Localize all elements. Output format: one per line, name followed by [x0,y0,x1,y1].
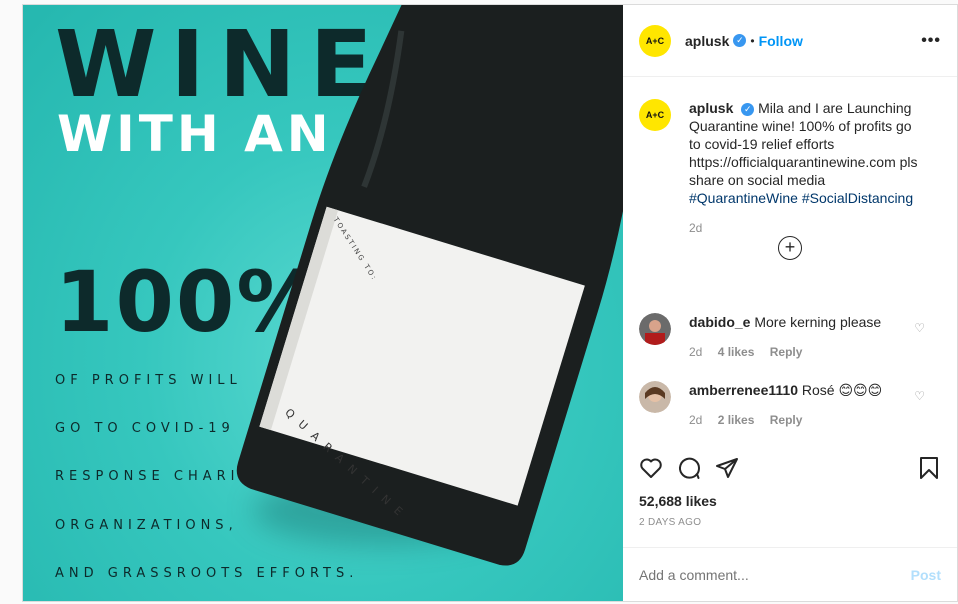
post-image[interactable]: WINE WITH AN IMPACT 100% OF PROFITS WILL… [23,5,623,601]
header-username[interactable]: aplusk [685,33,729,49]
like-comment-heart-icon[interactable]: ♡ [914,321,925,335]
comment-item: dabido_e More kerning please 2d 4 likes … [639,313,941,359]
comment-likes[interactable]: 2 likes [718,413,755,427]
caption-body: aplusk ✓ Mila and I are Launching Quaran… [689,99,927,207]
verified-badge-icon: ✓ [733,34,747,47]
comment-text: More kerning please [754,314,882,330]
avatar[interactable]: A+C [639,99,671,131]
like-heart-icon[interactable] [639,456,663,480]
reply-button[interactable]: Reply [770,345,803,359]
caption-time[interactable]: 2d [689,221,702,235]
comment-body: amberrenee1110 Rosé 😊😊😊 [689,381,927,399]
post-actions: 52,688 likes 2 DAYS AGO [623,453,957,528]
likes-count[interactable]: 52,688 likes [639,493,941,509]
comment-body: dabido_e More kerning please [689,313,927,331]
hashtag-link[interactable]: #QuarantineWine [689,190,798,206]
commenter-avatar[interactable] [639,313,671,345]
comment-username[interactable]: dabido_e [689,314,750,330]
comment-time[interactable]: 2d [689,345,702,359]
post-header: A+C aplusk ✓ • Follow ••• [623,5,957,77]
comment-username[interactable]: amberrenee1110 [689,382,798,398]
follow-button[interactable]: Follow [759,33,803,49]
post-comment-button[interactable]: Post [911,567,941,583]
action-icons [639,453,941,483]
load-more-comments-button[interactable]: + [778,236,802,260]
caption-meta: 2d [689,221,927,235]
hashtag-link[interactable]: #SocialDistancing [802,190,913,206]
like-comment-heart-icon[interactable]: ♡ [914,389,925,403]
separator-dot: • [750,33,755,48]
comment-icon[interactable] [677,456,701,480]
share-icon[interactable] [715,456,739,480]
verified-badge-icon: ✓ [741,103,755,116]
wine-bottle: TOASTING TO: QUARANTINE [236,5,623,566]
instagram-post: WINE WITH AN IMPACT 100% OF PROFITS WILL… [22,4,958,602]
avatar[interactable]: A+C [639,24,671,57]
comment-text: Rosé 😊😊😊 [801,382,883,398]
comment-meta: 2d 2 likes Reply [689,413,927,427]
post-sidebar: A+C aplusk ✓ • Follow ••• A+C aplusk ✓ M… [623,5,957,601]
comment-likes[interactable]: 4 likes [718,345,755,359]
caption: A+C aplusk ✓ Mila and I are Launching Qu… [639,99,941,235]
bookmark-icon[interactable] [917,456,941,480]
comment-item: amberrenee1110 Rosé 😊😊😊 2d 2 likes Reply… [639,381,941,427]
more-options-icon[interactable]: ••• [921,32,941,50]
post-timestamp[interactable]: 2 DAYS AGO [639,517,941,528]
comment-meta: 2d 4 likes Reply [689,345,927,359]
add-comment-bar: Post [623,547,957,601]
comment-time[interactable]: 2d [689,413,702,427]
caption-username[interactable]: aplusk [689,100,733,116]
reply-button[interactable]: Reply [770,413,803,427]
commenter-avatar[interactable] [639,381,671,413]
add-comment-input[interactable] [639,566,911,583]
